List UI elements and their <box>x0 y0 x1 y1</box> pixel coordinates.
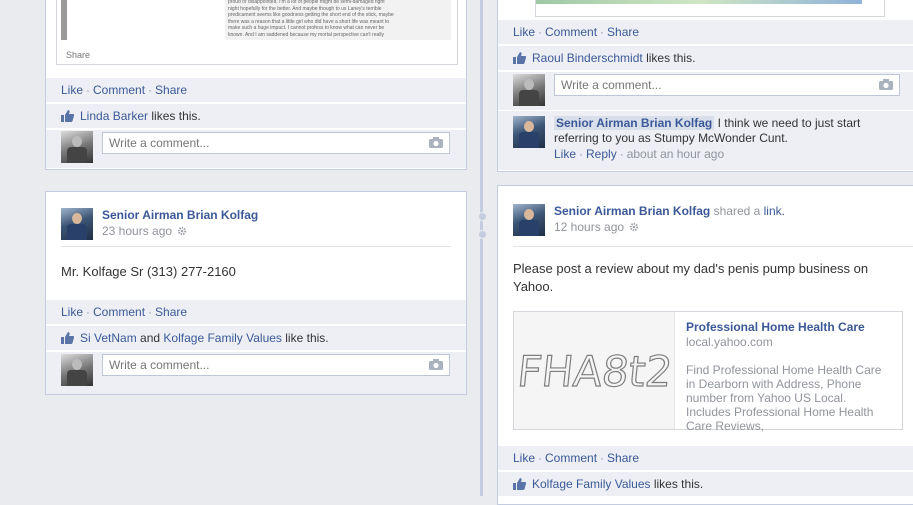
divider <box>513 246 913 247</box>
likes-row: Kolfage Family Values likes this. <box>498 472 913 496</box>
share-link[interactable]: Share <box>607 25 639 39</box>
comment-meta: Like · Reply · about an hour ago <box>554 147 725 161</box>
share-link[interactable]: Share <box>155 83 187 97</box>
comment-link[interactable]: Comment <box>93 83 145 97</box>
thumbs-up-icon <box>61 110 74 122</box>
liker-name[interactable]: Raoul Binderschmidt <box>532 51 643 65</box>
article-excerpt-line: known. And I am saddened because my mort… <box>228 31 385 38</box>
comment-link[interactable]: Comment <box>545 25 597 39</box>
thumbs-up-icon <box>61 332 74 344</box>
avatar[interactable] <box>513 116 545 148</box>
link-thumbnail: FHA8t2 <box>514 312 675 429</box>
comment-input[interactable]: Write a comment... <box>102 132 450 154</box>
likes-text: likes this. <box>151 109 201 123</box>
post-meta: 12 hours ago <box>554 220 639 234</box>
timeline-dot <box>478 230 487 239</box>
likes-text: likes this. <box>653 477 704 491</box>
post-card-right: Senior Airman Brian Kolfag shared a link… <box>497 185 913 505</box>
post-card-left: Senior Airman Brian Kolfag 23 hours ago … <box>45 191 467 395</box>
action-bar: Like · Comment · Share <box>46 78 466 102</box>
post-author[interactable]: Senior Airman Brian Kolfag <box>102 208 258 222</box>
thumbs-up-icon <box>513 52 526 64</box>
likes-row: Si VetNam and Kolfage Family Values like… <box>46 326 466 350</box>
avatar <box>513 74 545 106</box>
post-body: Mr. Kolfage Sr (313) 277-2160 <box>61 264 236 279</box>
comment-content: Senior Airman Brian Kolfag I think we ne… <box>554 116 874 146</box>
timeline-spine <box>480 0 483 496</box>
shared-text: shared a <box>713 204 761 218</box>
captcha-text: FHA8t2 <box>515 347 674 396</box>
and-text: and <box>140 331 161 345</box>
post-body: Please post a review about my dad's peni… <box>513 261 869 294</box>
post-header: Senior Airman Brian Kolfag shared a link… <box>554 204 785 218</box>
liker-name[interactable]: Si VetNam <box>80 331 137 345</box>
action-bar: Like · Comment · Share <box>46 300 466 324</box>
post-author[interactable]: Senior Airman Brian Kolfag <box>554 204 710 218</box>
like-link[interactable]: Like <box>513 451 535 465</box>
captcha-image: FHA8t2 <box>515 347 676 397</box>
link-attachment[interactable]: FHA8t2 Professional Home Health Care loc… <box>513 311 903 433</box>
action-bar: Like · Comment · Share <box>498 446 913 470</box>
comment-input[interactable]: Write a comment... <box>554 74 900 96</box>
comment-item: Senior Airman Brian Kolfag I think we ne… <box>498 111 913 170</box>
avatar <box>61 354 93 386</box>
like-link[interactable]: Like <box>61 305 83 319</box>
post-card-top-left: proud or disappointed. I'm a lot of peop… <box>45 0 467 170</box>
timeline-dot <box>478 212 487 221</box>
divider <box>61 246 451 247</box>
comment-composer: Write a comment... <box>46 130 466 168</box>
comment-composer: Write a comment... <box>46 352 466 394</box>
camera-icon[interactable] <box>429 359 443 370</box>
article-share-link[interactable]: Share <box>66 50 90 60</box>
avatar[interactable] <box>513 204 545 236</box>
link-title[interactable]: Professional Home Health Care <box>686 320 865 334</box>
post-card-top-right: Like · Comment · Share Raoul Binderschmidt l… <box>497 0 913 172</box>
action-bar: Like · Comment · Share <box>498 20 913 44</box>
camera-icon[interactable] <box>429 137 443 148</box>
avatar <box>61 131 93 163</box>
shared-article-preview[interactable]: proud or disappointed. I'm a lot of peop… <box>56 0 458 65</box>
comment-input[interactable]: Write a comment... <box>102 354 450 376</box>
link-domain: local.yahoo.com <box>686 335 773 349</box>
comment-author[interactable]: Senior Airman Brian Kolfag <box>554 116 715 130</box>
likes-text: likes this. <box>646 51 696 65</box>
like-link[interactable]: Like <box>554 147 576 161</box>
post-meta: 23 hours ago <box>102 224 187 238</box>
link-description: Find Professional Home Health Care in De… <box>686 363 882 433</box>
likes-row: Linda Barker likes this. <box>46 104 466 128</box>
liker-name[interactable]: Kolfage Family Values <box>532 477 651 491</box>
likes-text: like this. <box>285 331 329 345</box>
camera-icon[interactable] <box>879 79 893 90</box>
liker-name[interactable]: Linda Barker <box>80 109 148 123</box>
avatar[interactable] <box>61 208 93 240</box>
comment-link[interactable]: Comment <box>93 305 145 319</box>
shared-image-preview[interactable] <box>535 0 885 17</box>
reply-link[interactable]: Reply <box>586 147 617 161</box>
comment-composer: Write a comment... <box>498 72 913 110</box>
like-link[interactable]: Like <box>61 83 83 97</box>
comment-timestamp[interactable]: about an hour ago <box>627 147 724 161</box>
article-thumbnail <box>61 0 67 40</box>
shared-link-word[interactable]: link. <box>764 204 785 218</box>
liker-name[interactable]: Kolfage Family Values <box>163 331 282 345</box>
like-link[interactable]: Like <box>513 25 535 39</box>
share-link[interactable]: Share <box>607 451 639 465</box>
privacy-gear-icon[interactable] <box>177 226 187 236</box>
share-link[interactable]: Share <box>155 305 187 319</box>
likes-row: Raoul Binderschmidt likes this. <box>498 46 913 70</box>
post-timestamp[interactable]: 12 hours ago <box>554 220 624 234</box>
post-timestamp[interactable]: 23 hours ago <box>102 224 172 238</box>
privacy-gear-icon[interactable] <box>629 222 639 232</box>
article-excerpt: proud or disappointed. I'm a lot of peop… <box>225 0 451 40</box>
thumbs-up-icon <box>513 478 526 490</box>
comment-link[interactable]: Comment <box>545 451 597 465</box>
